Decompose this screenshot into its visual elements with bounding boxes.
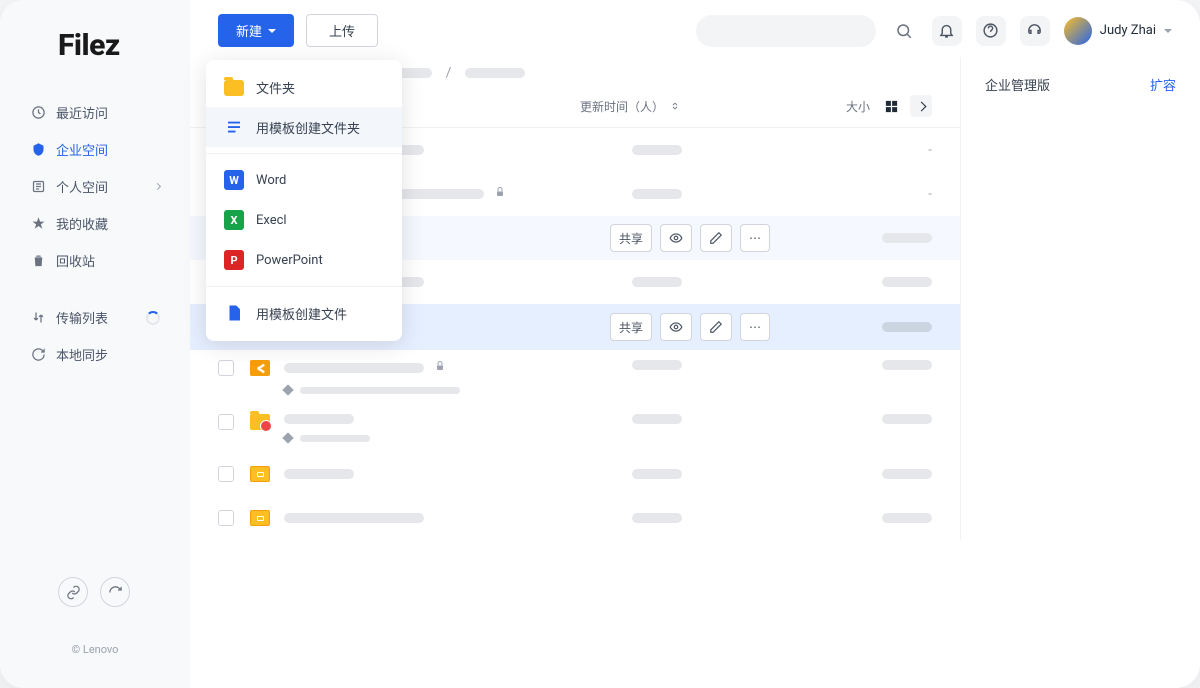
user-menu[interactable]: Judy Zhai — [1064, 17, 1172, 45]
table-row[interactable] — [190, 452, 960, 496]
view-button[interactable] — [660, 224, 692, 252]
new-dropdown: 文件夹 用模板创建文件夹 W Word X Execl P PowerPoint — [206, 60, 402, 341]
new-button[interactable]: 新建 — [218, 14, 294, 47]
panel-toggle-button[interactable] — [910, 95, 932, 117]
dropdown-item-folder-template[interactable]: 用模板创建文件夹 — [206, 107, 402, 147]
powerpoint-icon: P — [224, 250, 244, 270]
folder-badge-icon — [250, 414, 270, 430]
sidebar-item-transfer[interactable]: 传输列表 — [18, 300, 172, 335]
sidebar-item-label: 企业空间 — [56, 140, 108, 159]
headset-button[interactable] — [1020, 16, 1050, 46]
table-row[interactable] — [190, 404, 960, 452]
view-button[interactable] — [660, 313, 692, 341]
sync-icon — [30, 347, 46, 363]
enterprise-icon — [30, 142, 46, 158]
breadcrumb-separator: / — [446, 65, 452, 81]
row-checkbox[interactable] — [218, 466, 234, 482]
sidebar-item-favorites[interactable]: 我的收藏 — [18, 206, 172, 241]
sidebar-item-label: 传输列表 — [56, 308, 108, 327]
caret-down-icon — [1164, 29, 1172, 33]
sidebar-item-enterprise[interactable]: 企业空间 — [18, 132, 172, 167]
tag-icon — [282, 432, 293, 443]
right-panel-title: 企业管理版 — [985, 75, 1050, 94]
sidebar-item-sync[interactable]: 本地同步 — [18, 337, 172, 372]
file-icon — [224, 303, 244, 323]
column-size[interactable]: 大小 — [780, 98, 870, 115]
sidebar-nav: 最近访问 企业空间 个人空间 我的收藏 回收站 传输列表 — [0, 95, 190, 372]
share-button[interactable]: 共享 — [610, 313, 652, 341]
box-folder-icon — [250, 510, 270, 526]
row-checkbox[interactable] — [218, 510, 234, 526]
main-content: 新建 上传 Judy Zhai 文件夹 — [190, 0, 1200, 688]
sidebar-item-label: 我的收藏 — [56, 214, 108, 233]
trash-icon — [30, 253, 46, 269]
template-icon — [224, 117, 244, 137]
transfer-icon — [30, 310, 46, 326]
table-row[interactable] — [190, 496, 960, 540]
expand-link[interactable]: 扩容 — [1150, 75, 1176, 94]
spinner-icon — [146, 311, 160, 325]
refresh-button[interactable] — [100, 577, 130, 607]
edit-button[interactable] — [700, 224, 732, 252]
sidebar-item-label: 个人空间 — [56, 177, 108, 196]
dropdown-item-word[interactable]: W Word — [206, 160, 402, 200]
search-input[interactable] — [696, 15, 876, 47]
copyright: © Lenovo — [18, 627, 172, 672]
box-folder-icon — [250, 466, 270, 482]
dropdown-item-file-template[interactable]: 用模板创建文件 — [206, 293, 402, 333]
more-button[interactable]: ⋯ — [740, 224, 770, 252]
avatar — [1064, 17, 1092, 45]
upload-button[interactable]: 上传 — [306, 14, 378, 47]
help-button[interactable] — [976, 16, 1006, 46]
sidebar-bottom: © Lenovo — [0, 577, 190, 672]
sidebar-item-personal[interactable]: 个人空间 — [18, 169, 172, 204]
star-icon — [30, 216, 46, 232]
clock-icon — [30, 105, 46, 121]
column-time[interactable]: 更新时间（人） — [580, 98, 780, 115]
edit-button[interactable] — [700, 313, 732, 341]
app-window: Filez 最近访问 企业空间 个人空间 我的收藏 回收站 — [0, 0, 1200, 688]
breadcrumb-segment[interactable] — [465, 68, 525, 78]
dropdown-item-ppt[interactable]: P PowerPoint — [206, 240, 402, 280]
lock-icon — [494, 186, 506, 202]
search-icon[interactable] — [890, 17, 918, 45]
row-checkbox[interactable] — [218, 414, 234, 430]
share-button[interactable]: 共享 — [610, 224, 652, 252]
dropdown-item-folder[interactable]: 文件夹 — [206, 68, 402, 107]
tag-icon — [282, 384, 293, 395]
sidebar-item-label: 最近访问 — [56, 103, 108, 122]
logo: Filez — [0, 28, 190, 95]
sidebar-item-trash[interactable]: 回收站 — [18, 243, 172, 278]
excel-icon: X — [224, 210, 244, 230]
caret-down-icon — [268, 29, 276, 33]
shared-folder-icon — [250, 360, 270, 376]
folder-icon — [224, 80, 244, 96]
view-grid-icon[interactable] — [880, 95, 902, 117]
sidebar: Filez 最近访问 企业空间 个人空间 我的收藏 回收站 — [0, 0, 190, 688]
sidebar-item-recent[interactable]: 最近访问 — [18, 95, 172, 130]
dropdown-item-excel[interactable]: X Execl — [206, 200, 402, 240]
word-icon: W — [224, 170, 244, 190]
chevron-right-icon — [154, 183, 161, 190]
topbar: 新建 上传 Judy Zhai — [190, 0, 1200, 57]
link-button[interactable] — [58, 577, 88, 607]
person-icon — [30, 179, 46, 195]
row-checkbox[interactable] — [218, 360, 234, 376]
sidebar-item-label: 本地同步 — [56, 345, 108, 364]
sidebar-item-label: 回收站 — [56, 251, 95, 270]
more-button[interactable]: ⋯ — [740, 313, 770, 341]
notifications-button[interactable] — [932, 16, 962, 46]
user-name: Judy Zhai — [1100, 23, 1156, 38]
table-row[interactable] — [190, 350, 960, 404]
right-panel: 企业管理版 扩容 — [960, 57, 1200, 540]
lock-icon — [434, 360, 446, 376]
